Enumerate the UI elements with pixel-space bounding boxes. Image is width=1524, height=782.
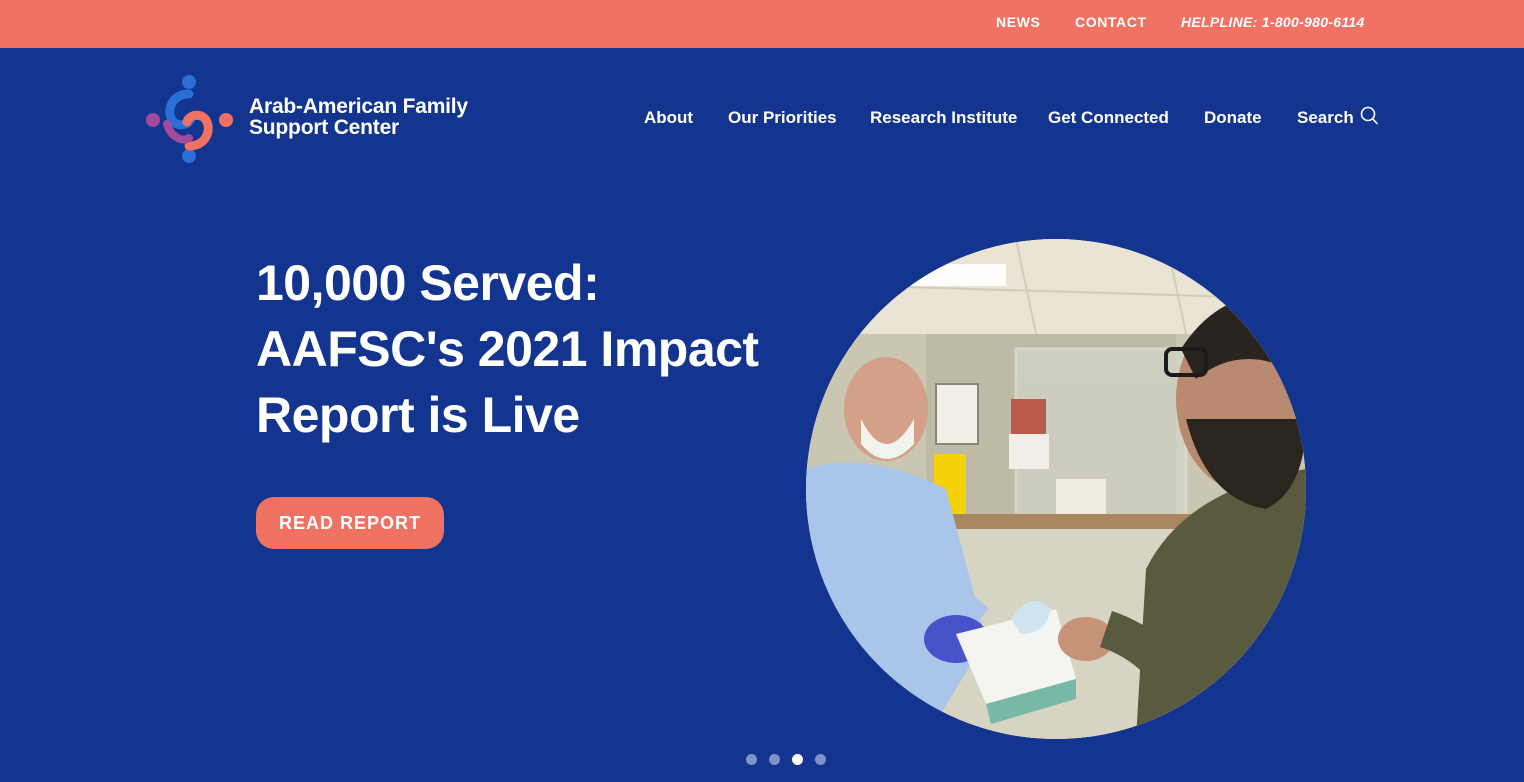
hero-photo-illustration bbox=[806, 239, 1306, 739]
nav-search-label: Search bbox=[1297, 108, 1354, 127]
carousel-dot-1[interactable] bbox=[746, 754, 757, 765]
news-link[interactable]: NEWS bbox=[996, 14, 1040, 30]
hero-photo bbox=[806, 239, 1306, 739]
carousel-dot-4[interactable] bbox=[815, 754, 826, 765]
hero-title-line-1: 10,000 Served: bbox=[256, 255, 600, 311]
search-icon bbox=[1360, 106, 1378, 125]
nav-donate[interactable]: Donate bbox=[1204, 108, 1262, 128]
nav-our-priorities[interactable]: Our Priorities bbox=[728, 108, 837, 128]
contact-link[interactable]: CONTACT bbox=[1075, 14, 1147, 30]
read-report-button[interactable]: READ REPORT bbox=[256, 497, 444, 549]
nav-get-connected[interactable]: Get Connected bbox=[1048, 108, 1169, 128]
nav-research-institute[interactable]: Research Institute bbox=[870, 108, 1017, 128]
top-utility-bar: NEWS CONTACT HELPLINE: 1-800-980-6114 bbox=[0, 0, 1524, 48]
nav-search[interactable]: Search bbox=[1297, 106, 1378, 128]
hero-title: 10,000 Served: AAFSC's 2021 Impact Repor… bbox=[256, 250, 816, 448]
carousel-dot-2[interactable] bbox=[769, 754, 780, 765]
hero-title-line-3: Report is Live bbox=[256, 387, 580, 443]
main-nav: About Our Priorities Research Institute … bbox=[0, 106, 1524, 132]
site-header: Arab-American Family Support Center Abou… bbox=[0, 48, 1524, 188]
hero-title-line-2: AAFSC's 2021 Impact bbox=[256, 321, 759, 377]
helpline-link[interactable]: HELPLINE: 1-800-980-6114 bbox=[1181, 14, 1365, 30]
nav-about[interactable]: About bbox=[644, 108, 693, 128]
carousel-dot-3[interactable] bbox=[792, 754, 803, 765]
